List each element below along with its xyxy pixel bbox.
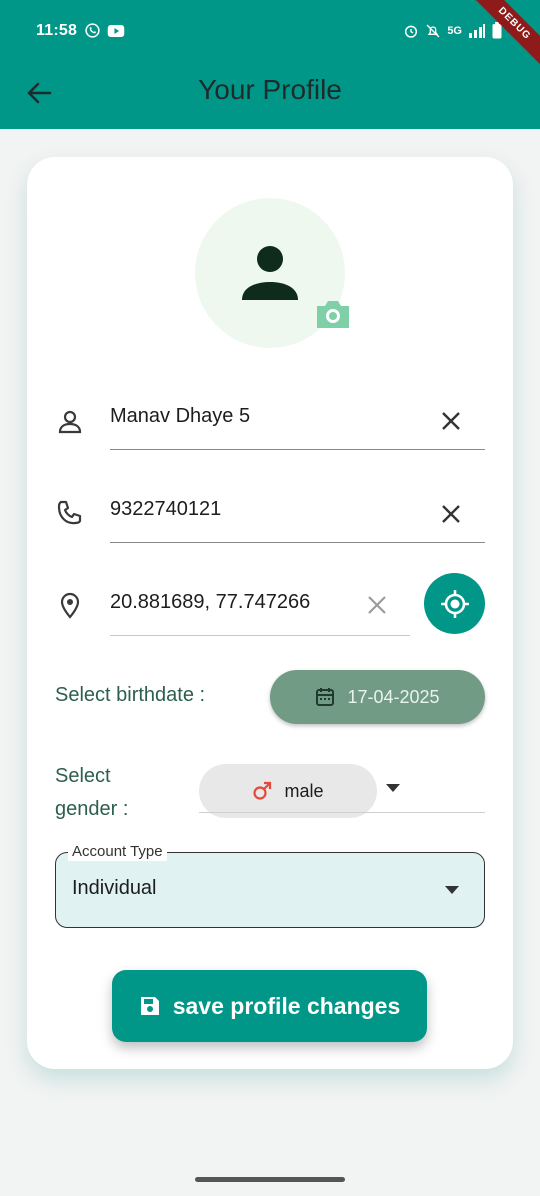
location-field[interactable]: 20.881689, 77.747266 (55, 587, 485, 637)
save-icon (140, 997, 159, 1015)
status-bar: 11:58 5G DEBUG (0, 0, 540, 74)
birthdate-button[interactable]: 17-04-2025 (270, 670, 485, 724)
home-indicator[interactable] (195, 1177, 345, 1182)
account-type-value: Individual (72, 877, 157, 899)
phone-field[interactable]: 9322740121 (55, 494, 485, 544)
gender-label: Select gender : (55, 765, 129, 820)
youtube-icon (107, 24, 125, 37)
save-label: save profile changes (172, 992, 401, 1019)
male-icon (253, 781, 272, 800)
status-left-icons (84, 22, 125, 39)
chevron-down-icon (445, 886, 459, 894)
location-underline (110, 635, 410, 636)
birthdate-value: 17-04-2025 (347, 686, 440, 707)
network-label: 5G (447, 24, 462, 37)
gender-value: male (284, 780, 324, 801)
clear-phone-icon[interactable] (439, 502, 463, 526)
name-value: Manav Dhaye 5 (110, 405, 251, 427)
name-underline (110, 449, 485, 450)
location-pin-icon (60, 592, 80, 619)
clear-location-icon[interactable] (365, 593, 389, 617)
gender-underline (199, 812, 485, 813)
profile-card: Manav Dhaye 5 9322740121 20.881689, 77.7… (27, 157, 513, 1069)
location-value: 20.881689, 77.747266 (110, 591, 311, 613)
app-bar: Your Profile (0, 64, 540, 129)
save-profile-button[interactable]: save profile changes (112, 970, 427, 1042)
alarm-icon (405, 25, 418, 38)
account-type-label: Account Type (68, 843, 167, 861)
phone-icon (57, 500, 82, 525)
status-time: 11:58 (36, 22, 78, 39)
page-title: Your Profile (198, 74, 342, 105)
phone-underline (110, 542, 485, 543)
birthdate-label: Select birthdate : (55, 684, 206, 706)
person-icon (242, 246, 298, 300)
get-location-button[interactable] (424, 573, 485, 634)
mute-icon (426, 24, 440, 37)
gps-target-icon (440, 589, 469, 618)
signal-icon (469, 23, 485, 38)
gender-dropdown[interactable]: male (199, 764, 377, 818)
status-right-icons: 5G (403, 22, 502, 39)
calendar-icon (316, 688, 335, 706)
whatsapp-icon (85, 23, 100, 38)
chevron-down-icon[interactable] (385, 783, 401, 793)
person-outline-icon (58, 410, 82, 434)
account-type-dropdown[interactable]: Account Type Individual (55, 843, 485, 928)
app-header: 11:58 5G DEBUG Your Profile (0, 0, 540, 129)
name-field[interactable]: Manav Dhaye 5 (55, 401, 485, 451)
camera-icon[interactable] (315, 298, 351, 330)
phone-value: 9322740121 (110, 498, 222, 520)
clear-name-icon[interactable] (439, 409, 463, 433)
